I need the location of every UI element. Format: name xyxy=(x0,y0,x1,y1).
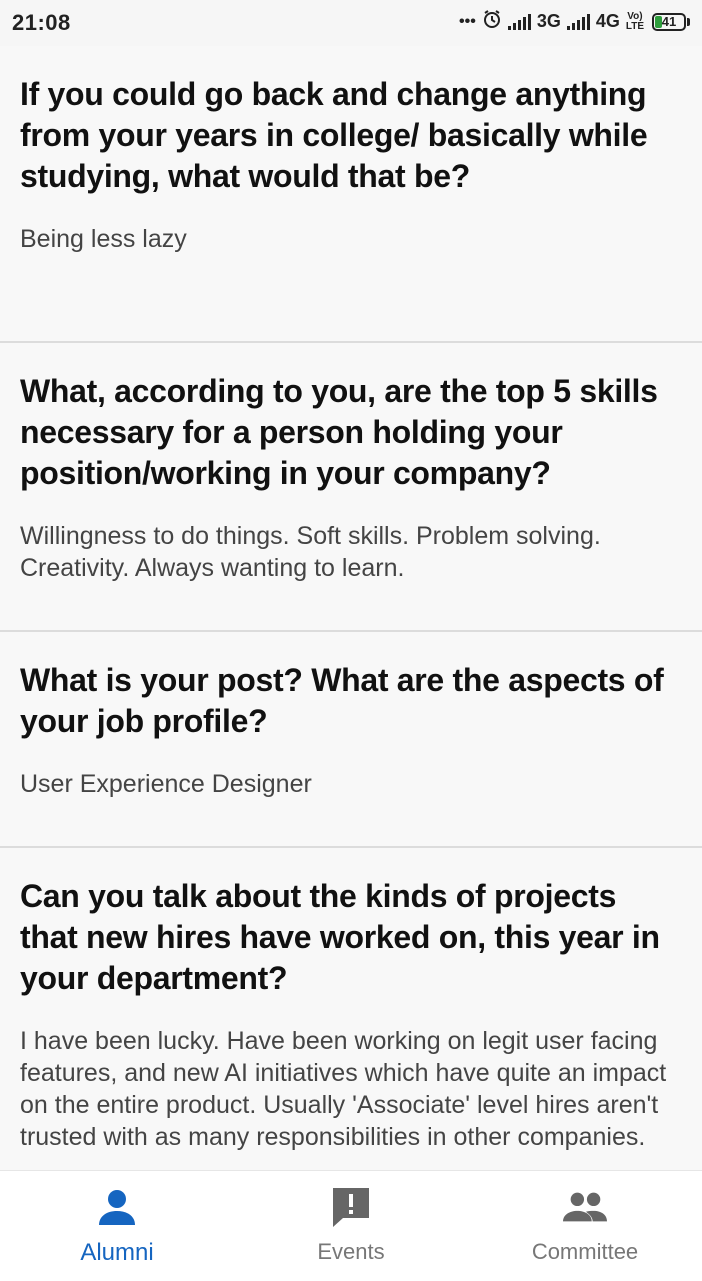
qa-card[interactable]: If you could go back and change anything… xyxy=(0,46,702,343)
person-icon xyxy=(95,1185,139,1229)
nav-label-committee: Committee xyxy=(531,1239,639,1264)
qa-card[interactable]: What is your post? What are the aspects … xyxy=(0,632,702,848)
answer-text: User Experience Designer xyxy=(20,770,312,798)
volte-top: Vo) xyxy=(627,10,643,22)
qa-list[interactable]: If you could go back and change anything… xyxy=(0,46,702,1170)
signal-icon-2 xyxy=(566,13,590,30)
network-type-2: 4G xyxy=(595,11,620,31)
group-icon xyxy=(563,1185,607,1229)
volte-bottom: LTE xyxy=(625,20,644,32)
status-icons: ••• 3G 4G Vo) LTE 41 xyxy=(459,9,690,34)
nav-label-alumni: Alumni xyxy=(80,1239,154,1266)
qa-card[interactable]: Can you talk about the kinds of projects… xyxy=(0,848,702,1170)
alarm-icon xyxy=(482,9,502,34)
question-text: What, according to you, are the top 5 sk… xyxy=(20,373,658,491)
question-text: What is your post? What are the aspects … xyxy=(20,662,664,739)
status-time: 21:08 xyxy=(12,10,71,35)
bottom-navigation: Alumni Events Committee xyxy=(0,1170,702,1281)
signal-icon xyxy=(507,13,531,30)
answer-text: I have been lucky. Have been working on … xyxy=(20,1027,667,1151)
alert-message-icon xyxy=(329,1185,373,1229)
battery-icon: 41 xyxy=(652,12,686,31)
nav-label-events: Events xyxy=(317,1239,385,1264)
more-notifications-icon: ••• xyxy=(459,12,476,30)
battery-level: 41 xyxy=(661,14,677,29)
network-type-1: 3G xyxy=(536,11,561,31)
answer-text: Willingness to do things. Soft skills. P… xyxy=(20,522,601,582)
nav-item-committee[interactable]: Committee xyxy=(468,1171,702,1281)
nav-item-alumni[interactable]: Alumni xyxy=(0,1171,234,1281)
qa-card[interactable]: What, according to you, are the top 5 sk… xyxy=(0,343,702,632)
status-bar: 21:08 ••• 3G 4G Vo) LTE 41 xyxy=(0,0,702,46)
volte-icon: Vo) LTE xyxy=(625,10,644,32)
question-text: If you could go back and change anything… xyxy=(20,76,648,194)
question-text: Can you talk about the kinds of projects… xyxy=(20,878,660,996)
nav-item-events[interactable]: Events xyxy=(234,1171,468,1281)
answer-text: Being less lazy xyxy=(20,225,187,253)
